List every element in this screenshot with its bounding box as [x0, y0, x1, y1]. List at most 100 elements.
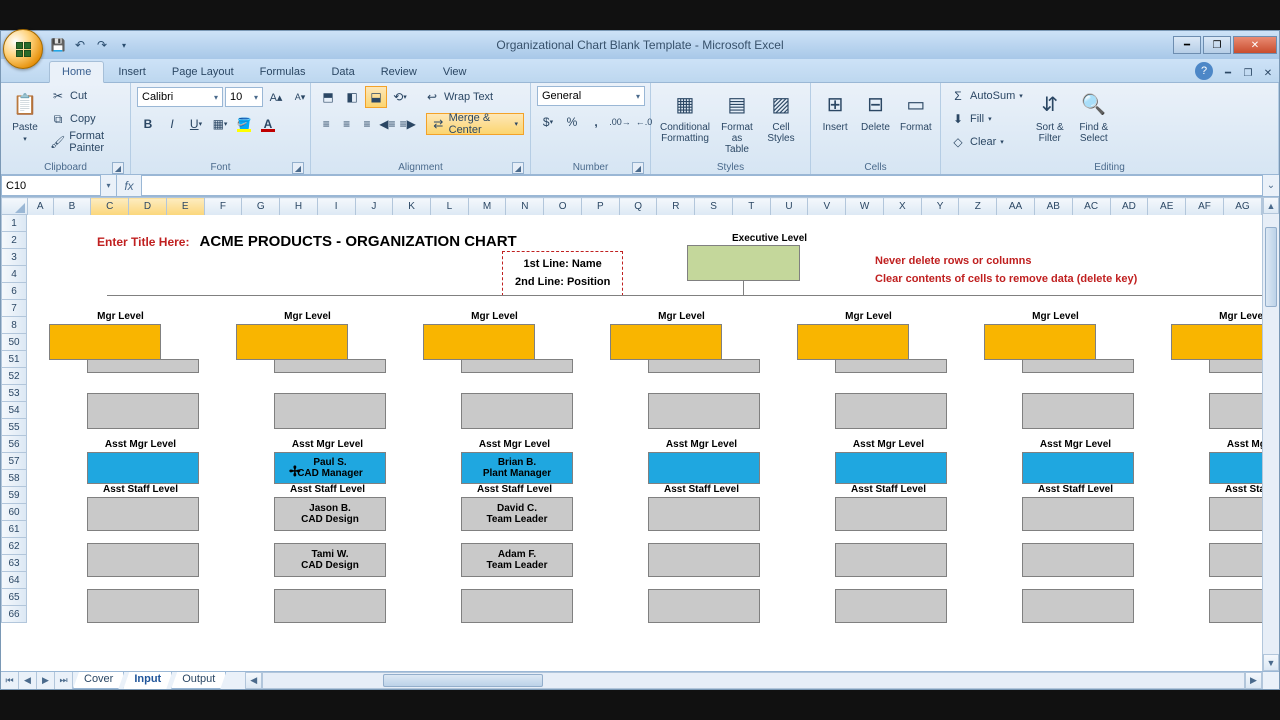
fill-color-button[interactable]: 🪣: [233, 113, 255, 135]
row-header[interactable]: 2: [1, 231, 27, 249]
tab-view[interactable]: View: [431, 62, 479, 82]
clear-button[interactable]: ◇Clear▾: [947, 132, 1026, 152]
paste-button[interactable]: 📋Paste▾: [7, 86, 43, 145]
increase-decimal-icon[interactable]: .00→: [609, 111, 631, 133]
column-header[interactable]: AD: [1110, 198, 1148, 216]
staff-box[interactable]: [1022, 359, 1134, 373]
column-header[interactable]: Q: [619, 198, 657, 216]
number-format-combo[interactable]: General▾: [537, 86, 645, 106]
staff-box[interactable]: [648, 497, 760, 531]
maximize-button[interactable]: ❐: [1203, 36, 1231, 54]
border-button[interactable]: ▦▾: [209, 113, 231, 135]
qat-save-icon[interactable]: 💾: [49, 36, 67, 54]
align-bottom-icon[interactable]: ⬓: [365, 86, 387, 108]
row-header[interactable]: 56: [1, 435, 27, 453]
insert-cells-button[interactable]: ⊞Insert: [817, 86, 853, 135]
manager-box[interactable]: [797, 324, 909, 360]
staff-box[interactable]: [1022, 543, 1134, 577]
align-top-icon[interactable]: ⬒: [317, 86, 339, 108]
scroll-up-icon[interactable]: ▲: [1263, 197, 1279, 214]
cut-button[interactable]: ✂Cut: [47, 86, 124, 106]
column-header[interactable]: V: [808, 198, 846, 216]
staff-box[interactable]: [1209, 543, 1262, 577]
row-header[interactable]: 50: [1, 333, 27, 351]
staff-box[interactable]: [87, 589, 199, 623]
scroll-right-icon[interactable]: ▶: [1245, 672, 1262, 689]
staff-box[interactable]: [274, 589, 386, 623]
column-header[interactable]: L: [430, 198, 468, 216]
prev-sheet-icon[interactable]: ◀: [19, 672, 37, 689]
scroll-thumb[interactable]: [1265, 227, 1277, 307]
staff-box[interactable]: [1209, 359, 1262, 373]
manager-box[interactable]: [984, 324, 1096, 360]
underline-button[interactable]: U▾: [185, 113, 207, 135]
row-header[interactable]: 59: [1, 486, 27, 504]
column-header[interactable]: N: [506, 198, 544, 216]
align-center-icon[interactable]: ≡: [337, 113, 355, 135]
row-header[interactable]: 61: [1, 520, 27, 538]
sheet-tab-cover[interactable]: Cover: [73, 672, 124, 689]
column-header[interactable]: R: [657, 198, 695, 216]
staff-box[interactable]: [461, 589, 573, 623]
column-header[interactable]: K: [393, 198, 431, 216]
sort-filter-button[interactable]: ⇵Sort & Filter: [1030, 86, 1070, 146]
tab-data[interactable]: Data: [319, 62, 366, 82]
staff-box[interactable]: David C.Team Leader: [461, 497, 573, 531]
column-header[interactable]: AC: [1072, 198, 1110, 216]
horizontal-scrollbar[interactable]: [262, 672, 1245, 689]
worksheet-content[interactable]: Enter Title Here: ACME PRODUCTS - ORGANI…: [27, 215, 1262, 671]
row-header[interactable]: 3: [1, 248, 27, 266]
orientation-icon[interactable]: ⟲▾: [389, 86, 411, 108]
chart-title[interactable]: ACME PRODUCTS - ORGANIZATION CHART: [199, 233, 516, 250]
column-header[interactable]: P: [581, 198, 619, 216]
staff-box[interactable]: Tami W.CAD Design: [274, 543, 386, 577]
staff-box[interactable]: [1209, 589, 1262, 623]
font-color-button[interactable]: A: [257, 113, 279, 135]
staff-box[interactable]: [461, 393, 573, 429]
column-header[interactable]: G: [242, 198, 280, 216]
staff-box[interactable]: [835, 589, 947, 623]
staff-box[interactable]: [461, 359, 573, 373]
row-header[interactable]: 58: [1, 469, 27, 487]
staff-box[interactable]: [835, 497, 947, 531]
row-header[interactable]: 54: [1, 401, 27, 419]
worksheet-grid[interactable]: ABCDEFGHIJKLMNOPQRSTUVWXYZAAABACADAEAFAG…: [1, 197, 1262, 671]
accounting-format-icon[interactable]: $▾: [537, 111, 559, 133]
column-header[interactable]: O: [544, 198, 582, 216]
copy-button[interactable]: ⧉Copy: [47, 109, 124, 129]
font-name-combo[interactable]: Calibri▾: [137, 87, 223, 107]
decrease-font-icon[interactable]: A▾: [289, 86, 311, 108]
column-header[interactable]: J: [355, 198, 393, 216]
fx-icon[interactable]: fx: [117, 175, 141, 196]
close-button[interactable]: ✕: [1233, 36, 1277, 54]
manager-box[interactable]: [423, 324, 535, 360]
find-select-button[interactable]: 🔍Find & Select: [1074, 86, 1114, 146]
column-header[interactable]: B: [53, 198, 91, 216]
wrap-text-button[interactable]: ↩Wrap Text: [421, 87, 496, 107]
decrease-indent-icon[interactable]: ◀≡: [378, 113, 396, 135]
first-sheet-icon[interactable]: ⏮: [1, 672, 19, 689]
column-header[interactable]: AF: [1186, 198, 1224, 216]
staff-box[interactable]: [835, 393, 947, 429]
help-icon[interactable]: ?: [1195, 62, 1213, 80]
staff-box[interactable]: Adam F.Team Leader: [461, 543, 573, 577]
number-dialog-icon[interactable]: ◢: [632, 162, 644, 174]
scroll-down-icon[interactable]: ▼: [1263, 654, 1279, 671]
row-header[interactable]: 66: [1, 605, 27, 623]
row-header[interactable]: 53: [1, 384, 27, 402]
staff-box[interactable]: [1022, 497, 1134, 531]
alignment-dialog-icon[interactable]: ◢: [512, 162, 524, 174]
column-header[interactable]: H: [280, 198, 318, 216]
font-size-combo[interactable]: 10▾: [225, 87, 263, 107]
row-header[interactable]: 8: [1, 316, 27, 334]
qat-customize-icon[interactable]: ▾: [115, 36, 133, 54]
last-sheet-icon[interactable]: ⏭: [55, 672, 73, 689]
clipboard-dialog-icon[interactable]: ◢: [112, 162, 124, 174]
asst-manager-box[interactable]: [87, 452, 199, 484]
staff-box[interactable]: [274, 393, 386, 429]
staff-box[interactable]: [1209, 393, 1262, 429]
asst-manager-box[interactable]: [1022, 452, 1134, 484]
tab-insert[interactable]: Insert: [106, 62, 158, 82]
tab-home[interactable]: Home: [49, 61, 104, 83]
italic-button[interactable]: I: [161, 113, 183, 135]
